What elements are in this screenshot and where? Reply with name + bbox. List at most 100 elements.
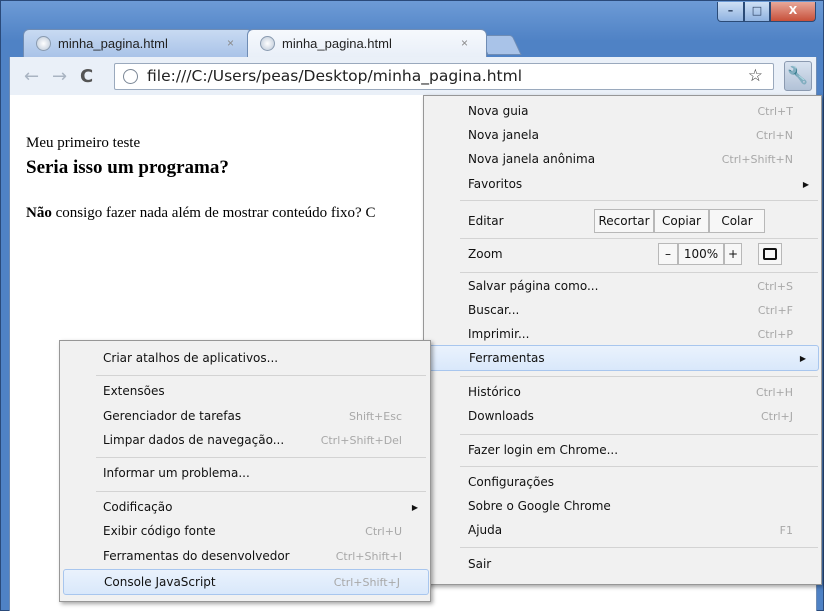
menu-item-label: Imprimir... bbox=[468, 327, 530, 341]
menu-item-shortcut: Ctrl+U bbox=[365, 525, 402, 538]
tab-active[interactable]: minha_pagina.html × bbox=[247, 29, 487, 57]
page-favicon-icon bbox=[36, 36, 51, 51]
menu-item-shortcut: Ctrl+H bbox=[755, 386, 793, 399]
menu-item-shortcut: Ctrl+J bbox=[760, 410, 793, 423]
menu-item-exit[interactable]: Sair bbox=[424, 552, 821, 577]
copy-button[interactable]: Copiar bbox=[654, 209, 709, 233]
submenu-item-create-shortcuts[interactable]: Criar atalhos de aplicativos... bbox=[60, 346, 430, 371]
menu-separator bbox=[460, 376, 818, 377]
wrench-icon: 🔧 bbox=[787, 66, 809, 86]
zoom-out-button[interactable]: – bbox=[658, 243, 678, 265]
submenu-arrow-icon: ▶ bbox=[799, 354, 806, 363]
tools-submenu: Criar atalhos de aplicativos... Extensõe… bbox=[59, 340, 431, 602]
menu-item-shortcut: Ctrl+Shift+J bbox=[333, 576, 400, 589]
tab-close-button[interactable]: × bbox=[227, 30, 234, 57]
forward-arrow-icon[interactable]: → bbox=[52, 66, 67, 87]
menu-item-label: Exibir código fonte bbox=[103, 524, 216, 538]
menu-item-incognito-window[interactable]: Nova janela anônima Ctrl+Shift+N bbox=[424, 147, 821, 172]
menu-item-label: Fazer login em Chrome... bbox=[468, 443, 619, 457]
menu-item-label: Extensões bbox=[103, 384, 165, 398]
menu-item-history[interactable]: Histórico Ctrl+H bbox=[424, 380, 821, 405]
tab-title: minha_pagina.html bbox=[282, 36, 392, 51]
submenu-item-encoding[interactable]: Codificação ▶ bbox=[60, 495, 430, 520]
submenu-item-clear-browsing-data[interactable]: Limpar dados de navegação... Ctrl+Shift+D… bbox=[60, 428, 430, 453]
menu-item-shortcut: Ctrl+N bbox=[755, 129, 793, 142]
bookmark-star-icon[interactable]: ☆ bbox=[748, 64, 763, 89]
submenu-item-developer-tools[interactable]: Ferramentas do desenvolvedor Ctrl+Shift+I bbox=[60, 544, 430, 569]
menu-separator bbox=[460, 272, 818, 273]
menu-item-new-window[interactable]: Nova janela Ctrl+N bbox=[424, 123, 821, 148]
menu-item-bookmarks[interactable]: Favoritos ▶ bbox=[424, 172, 821, 197]
menu-item-tools[interactable]: Ferramentas ▶ bbox=[428, 345, 819, 371]
fullscreen-button[interactable] bbox=[758, 243, 782, 265]
menu-item-label: Buscar... bbox=[468, 303, 520, 317]
menu-item-shortcut: Ctrl+Shift+N bbox=[721, 153, 793, 166]
menu-separator bbox=[96, 375, 426, 376]
submenu-item-task-manager[interactable]: Gerenciador de tarefas Shift+Esc bbox=[60, 404, 430, 429]
menu-item-new-tab[interactable]: Nova guia Ctrl+T bbox=[424, 99, 821, 124]
menu-item-label: Ferramentas bbox=[469, 351, 545, 365]
submenu-item-view-source[interactable]: Exibir código fonte Ctrl+U bbox=[60, 519, 430, 544]
page-heading: Seria isso um programa? bbox=[26, 157, 229, 178]
menu-item-label: Limpar dados de navegação... bbox=[103, 433, 285, 447]
menu-item-label: Salvar página como... bbox=[468, 279, 599, 293]
page-favicon-icon bbox=[260, 36, 275, 51]
paste-button[interactable]: Colar bbox=[709, 209, 765, 233]
menu-item-label: Favoritos bbox=[468, 177, 523, 191]
menu-item-label: Histórico bbox=[468, 385, 521, 399]
back-arrow-icon[interactable]: ← bbox=[24, 66, 39, 87]
menu-item-print[interactable]: Imprimir... Ctrl+P bbox=[424, 322, 821, 347]
submenu-arrow-icon: ▶ bbox=[411, 503, 418, 512]
reload-icon[interactable]: C bbox=[80, 66, 93, 87]
submenu-item-javascript-console[interactable]: Console JavaScript Ctrl+Shift+J bbox=[63, 569, 429, 595]
menu-item-label: Informar um problema... bbox=[103, 466, 250, 480]
menu-separator bbox=[460, 466, 818, 467]
menu-separator bbox=[96, 491, 426, 492]
menu-item-about[interactable]: Sobre o Google Chrome bbox=[424, 494, 821, 519]
menu-item-label: Gerenciador de tarefas bbox=[103, 409, 242, 423]
close-window-button[interactable]: X bbox=[770, 2, 816, 22]
wrench-menu-button[interactable]: 🔧 bbox=[784, 61, 812, 91]
menu-item-settings[interactable]: Configurações bbox=[424, 470, 821, 495]
fullscreen-icon bbox=[763, 248, 777, 260]
menu-item-label: Nova janela bbox=[468, 128, 539, 142]
zoom-label: Zoom bbox=[468, 247, 503, 261]
page-info-icon[interactable] bbox=[123, 69, 138, 84]
menu-item-help[interactable]: Ajuda F1 bbox=[424, 518, 821, 543]
bold-text: Não bbox=[26, 205, 52, 221]
cut-button[interactable]: Recortar bbox=[594, 209, 654, 233]
menu-item-shortcut: Ctrl+T bbox=[757, 105, 793, 118]
url-text: file:///C:/Users/peas/Desktop/minha_pagi… bbox=[147, 67, 523, 85]
menu-separator bbox=[460, 547, 818, 548]
menu-item-label: Sobre o Google Chrome bbox=[468, 499, 611, 513]
menu-item-find[interactable]: Buscar... Ctrl+F bbox=[424, 298, 821, 323]
browser-toolbar: ← → C file:///C:/Users/peas/Desktop/minh… bbox=[9, 57, 817, 95]
menu-item-shortcut: Ctrl+F bbox=[757, 304, 793, 317]
zoom-in-button[interactable]: + bbox=[724, 243, 742, 265]
address-bar[interactable]: file:///C:/Users/peas/Desktop/minha_pagi… bbox=[114, 63, 774, 90]
menu-item-label: Criar atalhos de aplicativos... bbox=[103, 351, 279, 365]
menu-item-label: Codificação bbox=[103, 500, 173, 514]
submenu-item-report-issue[interactable]: Informar um problema... bbox=[60, 461, 430, 486]
menu-item-label: Ajuda bbox=[468, 523, 503, 537]
tab-close-button[interactable]: × bbox=[461, 30, 468, 57]
menu-item-shortcut: Ctrl+P bbox=[757, 328, 793, 341]
menu-separator bbox=[460, 200, 818, 201]
submenu-arrow-icon: ▶ bbox=[802, 180, 809, 189]
maximize-button[interactable]: □ bbox=[744, 2, 770, 22]
menu-item-label: Nova janela anônima bbox=[468, 152, 596, 166]
submenu-item-extensions[interactable]: Extensões bbox=[60, 379, 430, 404]
menu-item-label: Console JavaScript bbox=[104, 575, 216, 589]
menu-item-shortcut: Ctrl+S bbox=[757, 280, 793, 293]
menu-row-edit: Editar Recortar Copiar Colar bbox=[424, 204, 821, 238]
menu-item-save-page[interactable]: Salvar página como... Ctrl+S bbox=[424, 274, 821, 299]
minimize-button[interactable]: – bbox=[717, 2, 744, 22]
page-paragraph: Meu primeiro teste bbox=[26, 135, 141, 151]
menu-item-sign-in[interactable]: Fazer login em Chrome... bbox=[424, 438, 821, 463]
menu-item-downloads[interactable]: Downloads Ctrl+J bbox=[424, 404, 821, 429]
chrome-main-menu: Nova guia Ctrl+T Nova janela Ctrl+N Nova j… bbox=[423, 95, 822, 585]
tab-inactive[interactable]: minha_pagina.html × bbox=[23, 29, 253, 57]
menu-item-label: Sair bbox=[468, 557, 492, 571]
menu-item-label: Downloads bbox=[468, 409, 534, 423]
menu-item-shortcut: Ctrl+Shift+Del bbox=[320, 434, 402, 447]
